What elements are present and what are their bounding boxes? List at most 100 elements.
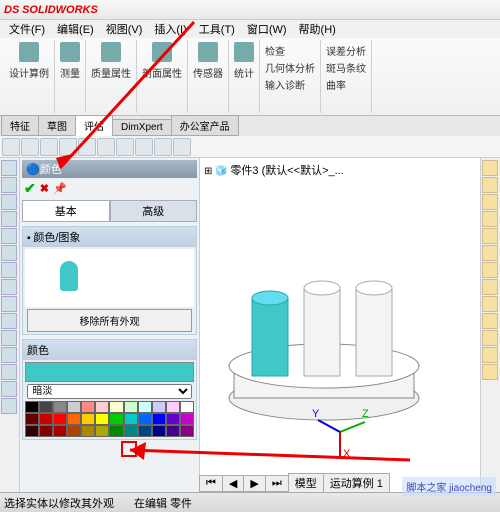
right-tool-11[interactable] (482, 330, 498, 346)
palette-swatch[interactable] (67, 425, 81, 437)
palette-swatch[interactable] (95, 425, 109, 437)
bottom-tab-model[interactable]: 模型 (288, 473, 324, 493)
menu-view[interactable]: 视图(V) (101, 20, 148, 38)
right-tool-7[interactable] (482, 262, 498, 278)
zoom-fit-button[interactable] (21, 138, 39, 156)
left-tool-13[interactable] (1, 364, 17, 380)
prev-view-button[interactable] (59, 138, 77, 156)
deviation-button[interactable]: 误差分析 (324, 42, 368, 59)
view-orientation-button[interactable] (2, 138, 20, 156)
check-button[interactable]: 检查 (263, 42, 287, 59)
current-color-swatch[interactable] (25, 362, 194, 382)
scene-button[interactable] (154, 138, 172, 156)
palette-swatch[interactable] (81, 413, 95, 425)
right-tool-12[interactable] (482, 347, 498, 363)
left-tool-9[interactable] (1, 296, 17, 312)
section-props-button[interactable]: 剖面属性 (140, 64, 184, 81)
sensor-button[interactable]: 传感器 (191, 64, 225, 81)
palette-swatch[interactable] (152, 425, 166, 437)
tab-dimxpert[interactable]: DimXpert (112, 119, 172, 136)
scroll-next-icon[interactable]: ▶ (243, 475, 265, 492)
palette-swatch[interactable] (95, 401, 109, 413)
tab-features[interactable]: 特征 (1, 115, 39, 136)
left-tool-2[interactable] (1, 177, 17, 193)
palette-swatch[interactable] (25, 401, 39, 413)
palette-swatch[interactable] (81, 401, 95, 413)
right-tool-10[interactable] (482, 313, 498, 329)
menu-file[interactable]: 文件(F) (4, 20, 50, 38)
hide-show-button[interactable] (116, 138, 134, 156)
graphics-area[interactable]: ⊞ 🧊 零件3 (默认<<默认>_... X Z Y ⏮ ◀ ▶ ⏭ 模型 运动… (200, 158, 480, 492)
palette-swatch[interactable] (109, 401, 123, 413)
right-tool-3[interactable] (482, 194, 498, 210)
curvature-button[interactable]: 曲率 (324, 76, 348, 93)
right-tool-4[interactable] (482, 211, 498, 227)
left-tool-8[interactable] (1, 279, 17, 295)
design-study-button[interactable]: 设计算例 (7, 64, 51, 81)
geom-analysis-button[interactable]: 几何体分析 (263, 59, 317, 76)
palette-swatch[interactable] (39, 425, 53, 437)
subtab-advanced[interactable]: 高级 (110, 200, 198, 222)
view-settings-button[interactable] (173, 138, 191, 156)
left-tool-15[interactable] (1, 398, 17, 414)
palette-swatch[interactable] (138, 413, 152, 425)
left-tool-10[interactable] (1, 313, 17, 329)
palette-swatch[interactable] (124, 425, 138, 437)
menu-insert[interactable]: 插入(I) (149, 20, 191, 38)
right-tool-6[interactable] (482, 245, 498, 261)
palette-swatch[interactable] (67, 401, 81, 413)
measure-button[interactable]: 测量 (58, 64, 82, 81)
menu-window[interactable]: 窗口(W) (242, 20, 292, 38)
left-tool-12[interactable] (1, 347, 17, 363)
scroll-prev-icon[interactable]: ◀ (222, 475, 244, 492)
palette-swatch[interactable] (180, 401, 194, 413)
palette-swatch[interactable] (124, 401, 138, 413)
right-tool-2[interactable] (482, 177, 498, 193)
left-tool-11[interactable] (1, 330, 17, 346)
tab-sketch[interactable]: 草图 (38, 115, 76, 136)
palette-swatch[interactable] (180, 413, 194, 425)
palette-swatch[interactable] (109, 413, 123, 425)
section-view-button[interactable] (78, 138, 96, 156)
palette-swatch[interactable] (25, 413, 39, 425)
right-tool-13[interactable] (482, 364, 498, 380)
zoom-area-button[interactable] (40, 138, 58, 156)
display-style-button[interactable] (97, 138, 115, 156)
tab-evaluate[interactable]: 评估 (75, 115, 113, 136)
right-tool-8[interactable] (482, 279, 498, 295)
palette-swatch[interactable] (138, 425, 152, 437)
palette-swatch[interactable] (39, 401, 53, 413)
mass-props-button[interactable]: 质量属性 (89, 64, 133, 81)
bottom-tab-motion[interactable]: 运动算例 1 (323, 473, 390, 493)
statistics-button[interactable]: 统计 (232, 64, 256, 81)
palette-swatch[interactable] (152, 413, 166, 425)
palette-swatch[interactable] (53, 401, 67, 413)
tab-office[interactable]: 办公室产品 (171, 115, 239, 136)
left-tool-6[interactable] (1, 245, 17, 261)
left-tool-7[interactable] (1, 262, 17, 278)
ok-button[interactable]: ✔ (24, 180, 36, 197)
palette-swatch[interactable] (53, 425, 67, 437)
palette-swatch[interactable] (166, 425, 180, 437)
scroll-last-icon[interactable]: ⏭ (265, 475, 289, 492)
menu-tools[interactable]: 工具(T) (194, 20, 240, 38)
palette-swatch[interactable] (53, 413, 67, 425)
zebra-button[interactable]: 斑马条纹 (324, 59, 368, 76)
right-tool-9[interactable] (482, 296, 498, 312)
left-tool-5[interactable] (1, 228, 17, 244)
cancel-button[interactable]: ✖ (40, 182, 49, 195)
left-tool-1[interactable] (1, 160, 17, 176)
pushpin-icon[interactable]: 📌 (53, 182, 67, 195)
feature-tree-flyout[interactable]: ⊞ 🧊 零件3 (默认<<默认>_... (204, 162, 344, 178)
remove-all-button[interactable]: 移除所有外观 (27, 309, 191, 332)
palette-swatch[interactable] (109, 425, 123, 437)
left-tool-14[interactable] (1, 381, 17, 397)
palette-swatch[interactable] (180, 425, 194, 437)
appearance-button[interactable] (135, 138, 153, 156)
palette-swatch[interactable] (81, 425, 95, 437)
left-tool-4[interactable] (1, 211, 17, 227)
palette-swatch[interactable] (39, 413, 53, 425)
menu-help[interactable]: 帮助(H) (294, 20, 341, 38)
palette-swatch[interactable] (138, 401, 152, 413)
palette-swatch[interactable] (95, 413, 109, 425)
